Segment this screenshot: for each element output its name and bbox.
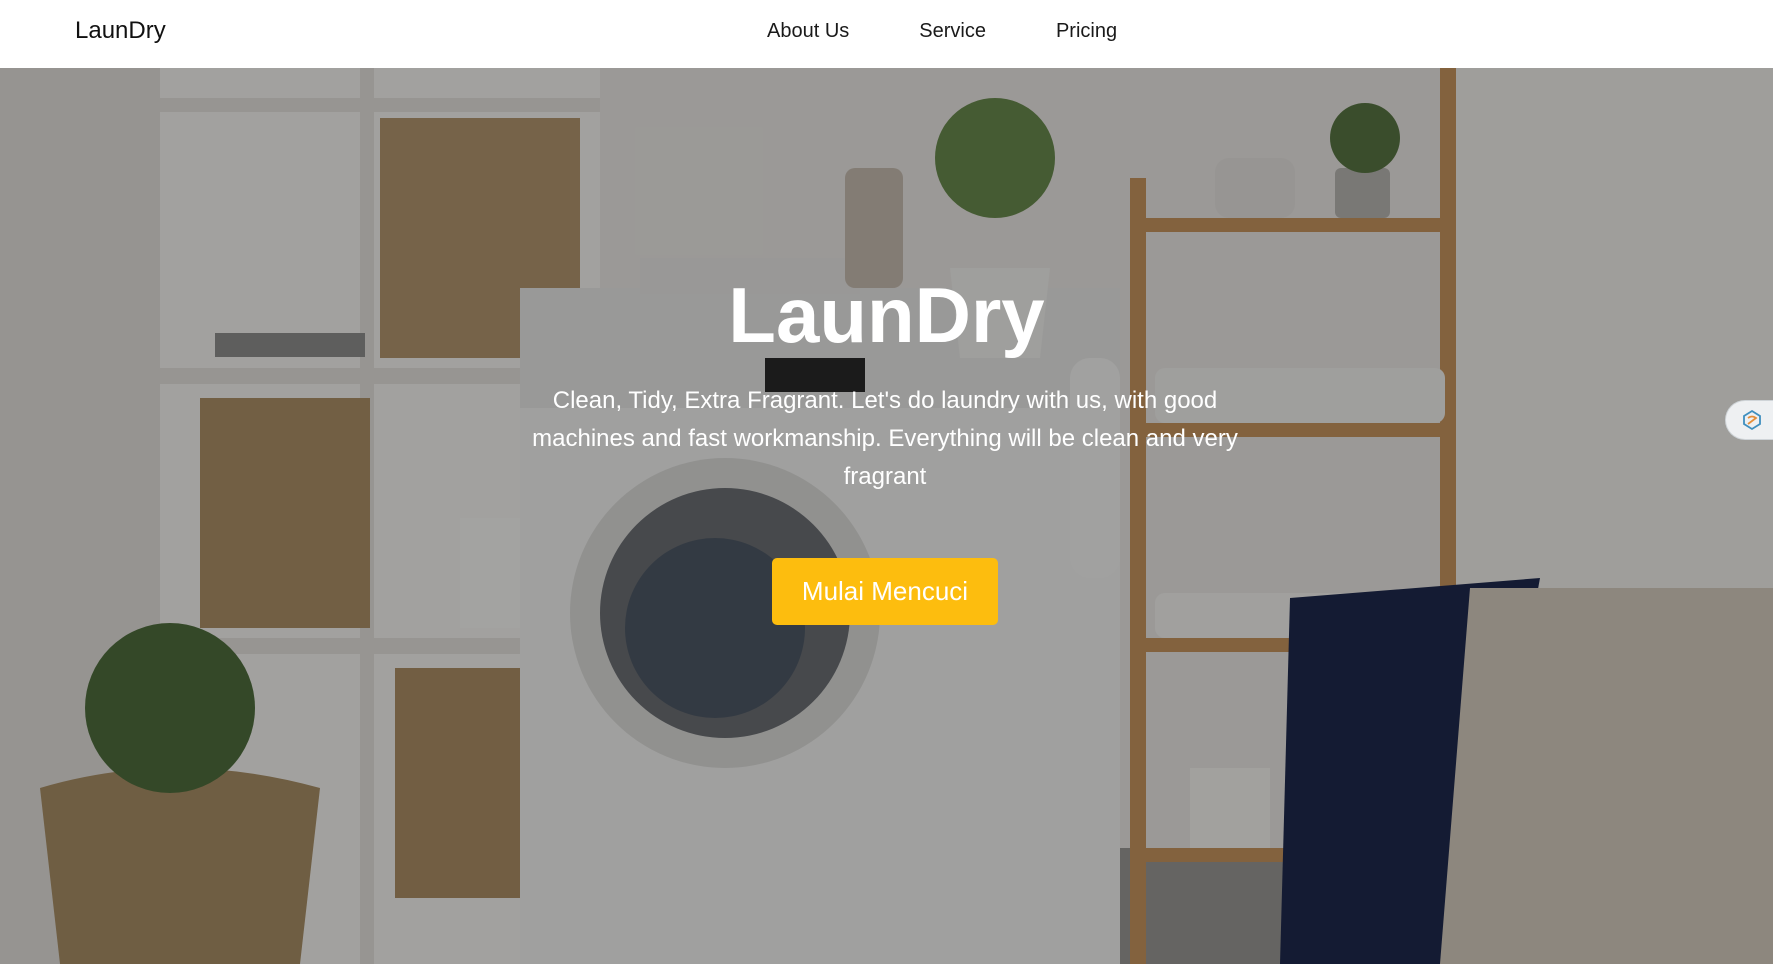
extension-icon [1743,409,1761,431]
nav-link-pricing[interactable]: Pricing [1056,20,1117,43]
side-extension-widget[interactable] [1725,400,1773,440]
hero-content: LaunDry Clean, Tidy, Extra Fragrant. Let… [0,68,1773,964]
navbar: LaunDry About Us Service Pricing [0,0,1773,68]
hero-subtitle: Clean, Tidy, Extra Fragrant. Let's do la… [532,387,1238,490]
hero-title: LaunDry [728,271,1045,359]
hero-section: LaunDry Clean, Tidy, Extra Fragrant. Let… [0,68,1773,964]
nav-link-service[interactable]: Service [919,20,986,43]
brand-logo[interactable]: LaunDry [75,17,166,45]
start-washing-button[interactable]: Mulai Mencuci [772,558,998,625]
nav-link-about-us[interactable]: About Us [767,20,849,43]
nav-links: About Us Service Pricing [767,20,1117,43]
